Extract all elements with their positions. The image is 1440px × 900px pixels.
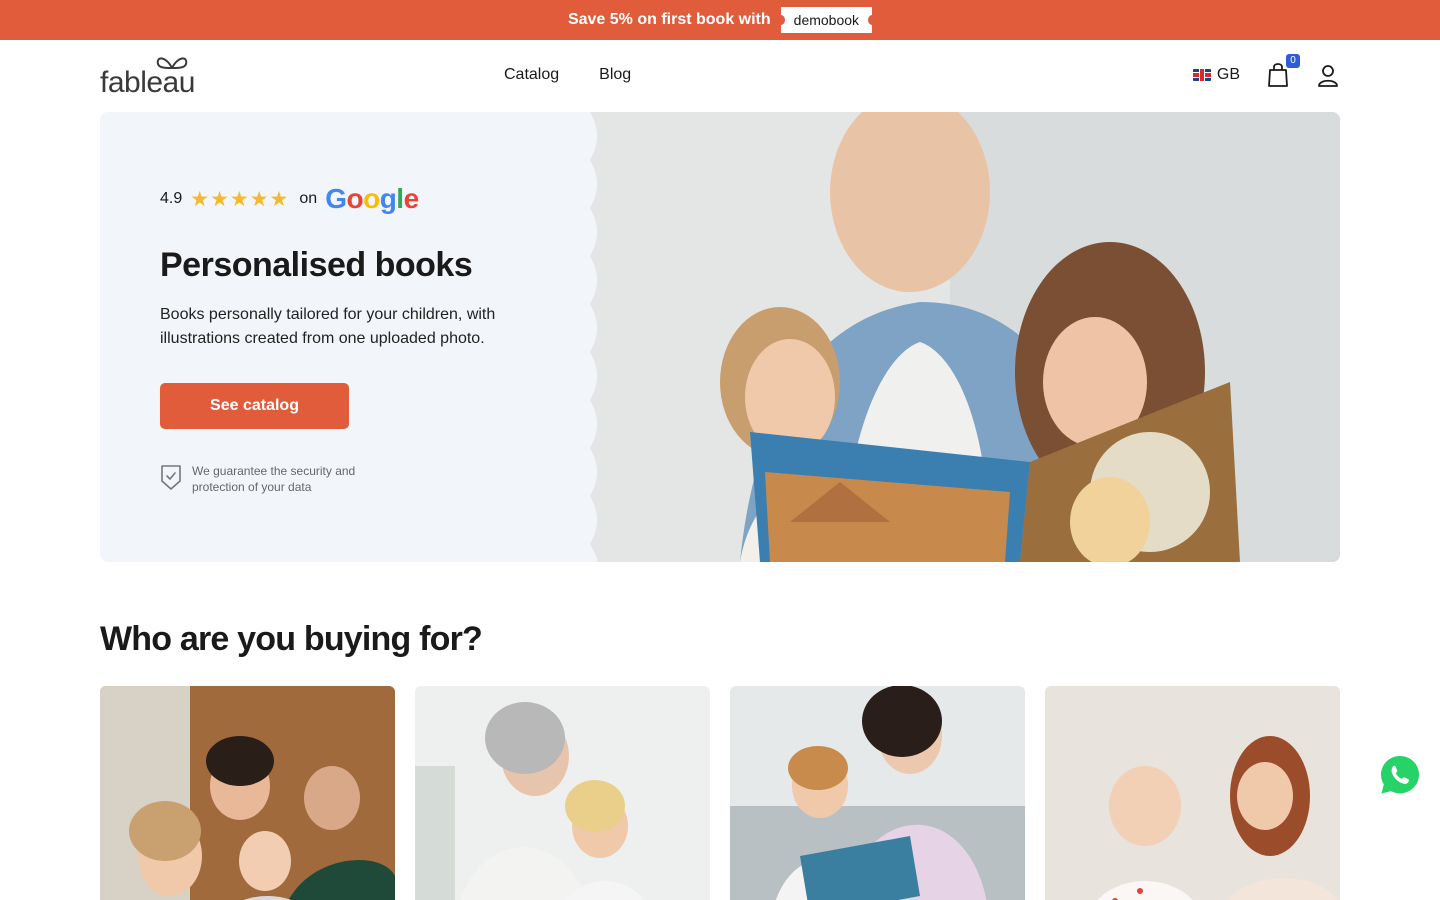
promo-code[interactable]: demobook	[776, 7, 877, 33]
cart-button[interactable]: 0	[1266, 54, 1300, 90]
card-grandparents[interactable]	[415, 686, 710, 900]
main-nav: Catalog Blog	[504, 66, 631, 84]
security-text: We guarantee the security and protection…	[192, 464, 356, 494]
see-catalog-button[interactable]: See catalog	[160, 383, 349, 429]
rating-stars: ★★★★★	[190, 187, 290, 211]
card-family[interactable]	[100, 686, 395, 900]
cart-count-badge: 0	[1286, 54, 1300, 68]
nav-blog[interactable]: Blog	[599, 66, 631, 84]
language-label: GB	[1216, 66, 1240, 83]
card-babies[interactable]	[1045, 686, 1340, 900]
scallop-edge	[576, 112, 597, 562]
section-title: Who are you buying for?	[100, 620, 483, 658]
nav-catalog[interactable]: Catalog	[504, 66, 559, 84]
card-parents[interactable]	[730, 686, 1025, 900]
logo-text: fableau	[100, 66, 195, 99]
hero-description: Books personally tailored for your child…	[160, 306, 496, 347]
site-header: fableau Catalog Blog GB 0	[0, 40, 1440, 112]
uk-flag-icon	[1192, 69, 1211, 81]
shield-check-icon	[161, 465, 181, 490]
hero-family-photo	[590, 112, 1340, 562]
rating-value: 4.9	[160, 190, 183, 207]
hero-title: Personalised books	[160, 246, 473, 284]
google-rating[interactable]: 4.9 ★★★★★ on Google	[160, 183, 560, 214]
whatsapp-icon	[1381, 756, 1419, 794]
rating-on-label: on	[299, 190, 318, 207]
language-selector[interactable]: GB	[1192, 66, 1240, 84]
recipient-cards	[100, 686, 1340, 900]
promo-banner: Save 5% on first book with demobook	[0, 0, 1440, 40]
whatsapp-button[interactable]	[1379, 754, 1421, 796]
user-icon	[1318, 65, 1338, 87]
logo[interactable]: fableau	[100, 54, 200, 99]
security-note: We guarantee the security and protection…	[160, 463, 560, 495]
hero-section: 4.9 ★★★★★ on Google Personalised books B…	[100, 112, 1340, 562]
google-logo: Google	[325, 183, 419, 214]
promo-text: Save 5% on first book with	[567, 11, 771, 28]
account-button[interactable]	[1316, 60, 1340, 90]
header-actions: GB 0	[1192, 54, 1340, 90]
hero-content: 4.9 ★★★★★ on Google Personalised books B…	[160, 183, 560, 495]
